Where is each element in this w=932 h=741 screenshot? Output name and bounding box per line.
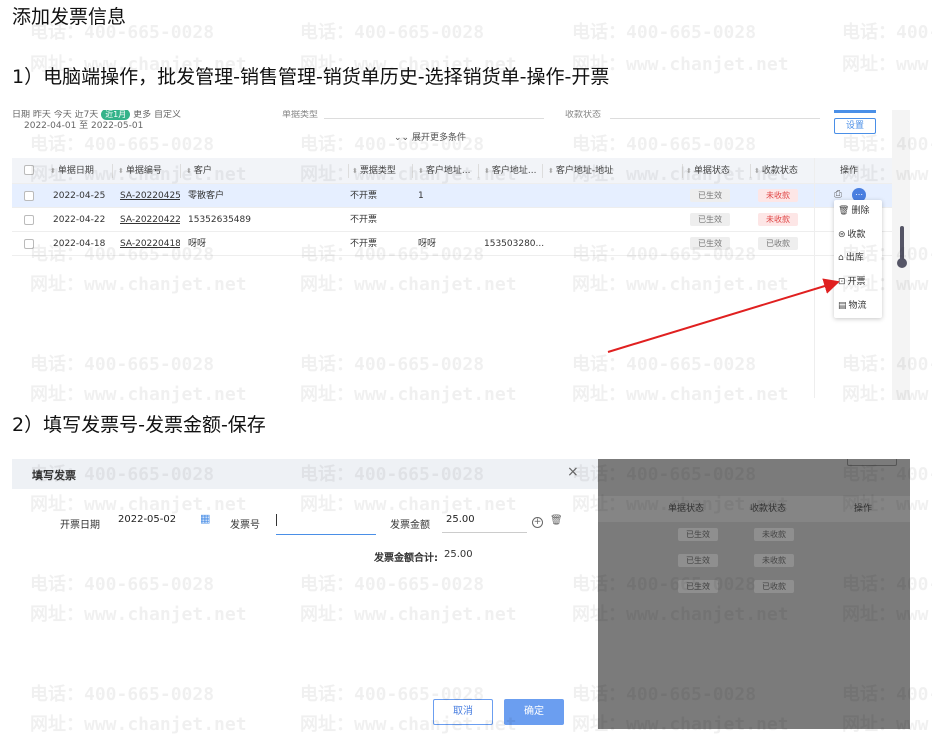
date-range: 2022-04-01 至 2022-05-01 (24, 121, 144, 131)
menu-item-invoice[interactable]: ⊡ 开票 (838, 275, 866, 289)
col-actions: 操作 (840, 166, 859, 176)
sales-list-screenshot: 日期 昨天 今天 近7天 近1月 更多 自定义 2022-04-01 至 202… (12, 110, 910, 400)
dialog-title: 填写发票 (32, 469, 76, 482)
page-title: 添加发票信息 (12, 6, 127, 28)
close-icon[interactable]: × (567, 464, 579, 480)
table-row: 已生效 未收款 (598, 522, 910, 548)
invoice-number-label: 发票号 (230, 520, 260, 531)
total-label: 发票金额合计: (374, 553, 438, 564)
add-row-icon[interactable]: + (532, 517, 543, 528)
status-badge: 未收款 (758, 189, 798, 202)
invoice-amount-input[interactable]: 25.00 (446, 514, 475, 525)
filter-bar: 日期 昨天 今天 近7天 近1月 更多 自定义 2022-04-01 至 202… (12, 110, 910, 160)
doc-type-field[interactable] (324, 118, 544, 119)
table-row[interactable]: 2022-04-22 SA-20220422-( 15352635489 不开票… (12, 208, 897, 232)
table-row[interactable]: 2022-04-18 SA-20220418-( 呀呀 不开票 呀呀 15350… (12, 232, 897, 256)
watermark: 网址：www.chanjet.net (842, 54, 932, 75)
trash-icon: 🗑 (838, 206, 850, 216)
invoice-amount-underline (442, 532, 527, 533)
invoice-icon: ⊡ (838, 277, 846, 287)
status-badge: 已收款 (758, 237, 798, 250)
col-addr2[interactable]: ⬍ 客户地址... (484, 158, 536, 183)
col-customer[interactable]: ⬍ 客户 (186, 158, 212, 183)
document-icon: ▤ (838, 301, 847, 311)
doc-type-label: 单据类型 (282, 110, 319, 120)
step1-heading: 1）电脑端操作，批发管理-销售管理-销货单历史-选择销货单-操作-开票 (12, 66, 610, 88)
doc-code-link[interactable]: SA-20220422-( (120, 208, 180, 231)
pay-status-field[interactable] (610, 118, 820, 119)
invoice-dialog: 填写发票 × 开票日期 2022-05-02 ▦ 发票号 发票金额 25.00 … (12, 459, 598, 729)
table-header: ⬍ 单据日期 ⬍ 单据编号 ⬍ 客户 ⬍ 票据类型 ⬍ 客户地址... ⬍ 客户地址... … (12, 158, 897, 184)
status-badge: 已生效 (690, 237, 730, 250)
confirm-button[interactable]: 确定 (504, 699, 564, 725)
calendar-icon[interactable]: ▦ (200, 512, 210, 525)
expand-filters-button[interactable]: ⌄⌄ 展开更多条件 (394, 130, 466, 143)
home-icon: ⌂ (838, 253, 844, 263)
watermark: 电话：400-665-0028 (300, 22, 485, 43)
row-checkbox[interactable] (24, 191, 34, 201)
menu-item-outbound[interactable]: ⌂ 出库 (838, 251, 864, 265)
chevron-double-down-icon: ⌄⌄ (394, 133, 410, 143)
settings-button[interactable]: 设置 (834, 118, 876, 134)
watermark: 电话：400-665-0028 (842, 22, 932, 43)
text-caret (276, 514, 277, 526)
col-date[interactable]: ⬍ 单据日期 (50, 158, 94, 183)
cancel-button[interactable]: 取消 (433, 699, 493, 725)
print-icon[interactable]: ⎙ (834, 189, 842, 200)
sort-icon: ⬍ (548, 167, 554, 175)
row-checkbox[interactable] (24, 239, 34, 249)
total-value: 25.00 (444, 549, 473, 560)
status-badge: 未收款 (758, 213, 798, 226)
table-row: 已生效 未收款 (598, 548, 910, 574)
table-header: 单据状态 收款状态 操作 (598, 496, 910, 522)
sort-icon: ⬍ (186, 167, 192, 175)
table-row[interactable]: 2022-04-25 SA-20220425-( 零散客户 不开票 1 已生效 … (12, 184, 897, 208)
doc-code-link[interactable]: SA-20220418-( (120, 232, 180, 255)
watermark: 电话：400-665-0028 (572, 22, 757, 43)
table-row: 已生效 已收款 (598, 574, 910, 600)
menu-item-delete[interactable]: 🗑 删除 (838, 204, 869, 218)
dialog-header: 填写发票 × (12, 459, 598, 489)
col-doc-status[interactable]: ⬍ 单据状态 (686, 158, 730, 183)
sort-icon: ⬍ (50, 167, 56, 175)
sales-table: ⬍ 单据日期 ⬍ 单据编号 ⬍ 客户 ⬍ 票据类型 ⬍ 客户地址... ⬍ 客户地址... … (12, 158, 897, 256)
col-addr1[interactable]: ⬍ 客户地址... (418, 158, 470, 183)
menu-item-logistics[interactable]: ▤ 物流 (838, 299, 867, 313)
step2-heading: 2）填写发票号-发票金额-保存 (12, 414, 266, 436)
scrollbar-knob[interactable] (897, 258, 907, 268)
invoice-date-field[interactable]: 2022-05-02 (118, 514, 176, 525)
invoice-dialog-screenshot: 单据状态 收款状态 操作 已生效 未收款 已生效 未收款 已生效 已收款 填写发… (12, 459, 910, 729)
money-icon: ⊜ (838, 230, 846, 240)
sort-icon: ⬍ (418, 167, 424, 175)
doc-code-link[interactable]: SA-20220425-( (120, 184, 180, 207)
col-pay-status[interactable]: ⬍ 收款状态 (754, 158, 798, 183)
sort-icon: ⬍ (754, 167, 760, 175)
select-all-checkbox[interactable] (24, 165, 34, 175)
status-badge: 已生效 (690, 213, 730, 226)
status-badge: 已生效 (690, 189, 730, 202)
invoice-number-underline (276, 534, 376, 535)
sort-icon: ⬍ (118, 167, 124, 175)
invoice-date-label: 开票日期 (60, 520, 100, 531)
trash-icon[interactable]: 🗑 (550, 515, 563, 526)
menu-item-collect[interactable]: ⊜ 收款 (838, 228, 866, 242)
sort-icon: ⬍ (484, 167, 490, 175)
column-divider (814, 158, 815, 398)
invoice-amount-label: 发票金额 (390, 520, 430, 531)
col-invoice-type[interactable]: ⬍ 票据类型 (352, 158, 396, 183)
col-addr3[interactable]: ⬍ 客户地址-地址 (548, 158, 613, 183)
row-checkbox[interactable] (24, 215, 34, 225)
overlay-settings-button (847, 459, 897, 466)
background-table: 单据状态 收款状态 操作 已生效 未收款 已生效 未收款 已生效 已收款 (598, 496, 910, 600)
sort-icon: ⬍ (686, 167, 692, 175)
sort-icon: ⬍ (352, 167, 358, 175)
pay-status-label: 收款状态 (565, 110, 602, 120)
actions-menu: 🗑 删除 ⊜ 收款 ⌂ 出库 ⊡ 开票 ▤ 物流 (834, 200, 882, 318)
col-code[interactable]: ⬍ 单据编号 (118, 158, 162, 183)
settings-button-top (834, 110, 876, 113)
